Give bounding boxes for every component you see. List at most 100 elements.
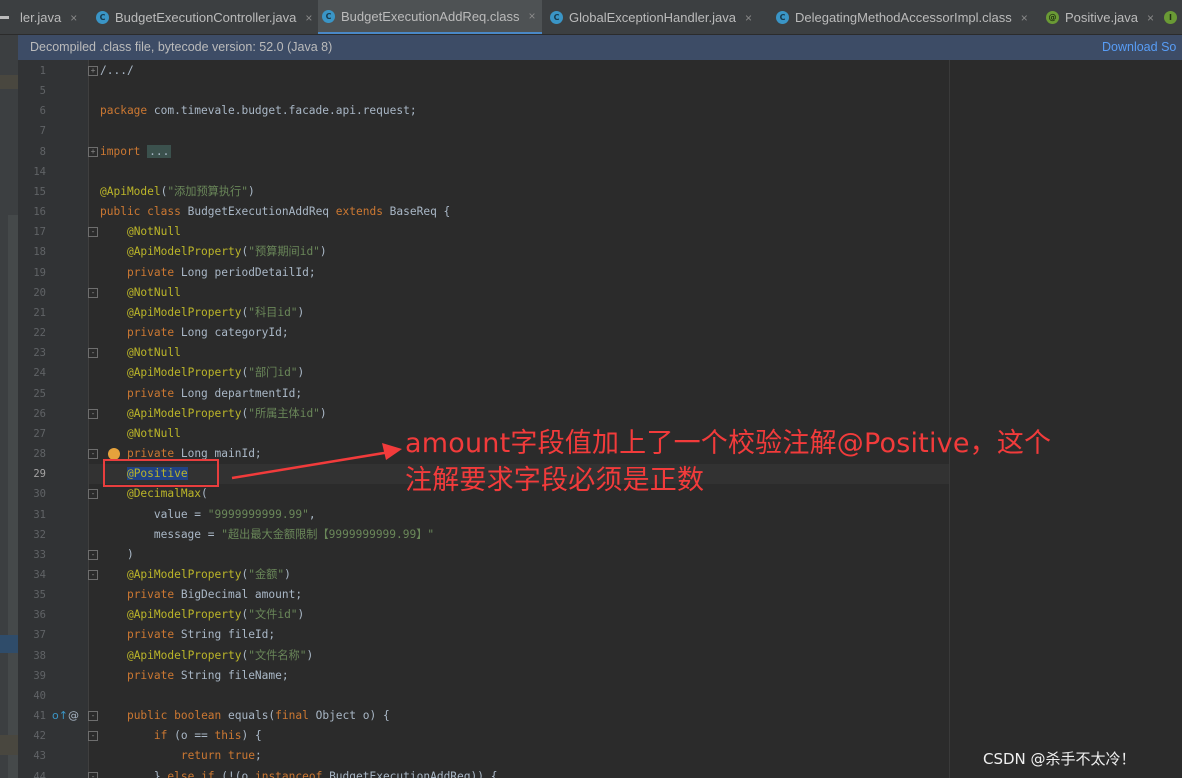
- line-number[interactable]: 38: [18, 646, 46, 666]
- left-scrollbar[interactable]: [8, 215, 18, 778]
- line-number[interactable]: 17: [18, 222, 46, 242]
- code-line[interactable]: value = "9999999999.99",: [100, 505, 316, 525]
- line-number[interactable]: 8: [18, 142, 46, 162]
- code-line[interactable]: } else if (!(o instanceof BudgetExecutio…: [100, 767, 498, 778]
- tab-globalexceptionhandler-java[interactable]: C GlobalExceptionHandler.java ×: [546, 0, 758, 34]
- code-line[interactable]: @ApiModelProperty("所属主体id"): [100, 404, 327, 424]
- code-line[interactable]: @NotNull: [100, 343, 181, 363]
- fold-toggle-icon[interactable]: -: [88, 731, 98, 742]
- line-number[interactable]: 42: [18, 726, 46, 746]
- tab-ler-java[interactable]: ler.java ×: [20, 0, 83, 34]
- code-line[interactable]: @ApiModelProperty("预算期间id"): [100, 242, 327, 262]
- line-number[interactable]: 32: [18, 525, 46, 545]
- code-line[interactable]: if (o == this) {: [100, 726, 262, 746]
- fold-toggle-icon[interactable]: +: [88, 66, 98, 76]
- fold-toggle-icon[interactable]: -: [88, 227, 98, 238]
- fold-toggle-icon[interactable]: -: [88, 348, 98, 359]
- line-number[interactable]: 21: [18, 303, 46, 323]
- tab-budgetexecutioncontroller-java[interactable]: C BudgetExecutionController.java ×: [92, 0, 318, 34]
- override-icon[interactable]: o↑: [52, 709, 68, 722]
- code-line[interactable]: @DecimalMax(: [100, 484, 208, 504]
- fold-toggle-icon[interactable]: -: [88, 549, 98, 560]
- close-icon[interactable]: ×: [1021, 11, 1028, 25]
- code-line[interactable]: @NotNull: [100, 424, 181, 444]
- line-number[interactable]: 25: [18, 384, 46, 404]
- fold-toggle-icon[interactable]: -: [88, 711, 98, 722]
- code-line[interactable]: private Long categoryId;: [100, 323, 289, 343]
- code-line[interactable]: @ApiModelProperty("部门id"): [100, 363, 304, 383]
- tab-label: BudgetExecutionAddReq.class: [341, 8, 520, 24]
- line-number[interactable]: 7: [18, 121, 46, 141]
- line-number[interactable]: 31: [18, 505, 46, 525]
- code-line[interactable]: @NotNull: [100, 222, 181, 242]
- code-line[interactable]: package com.timevale.budget.facade.api.r…: [100, 101, 417, 121]
- code-line[interactable]: import ...: [100, 142, 172, 162]
- download-sources-link[interactable]: Download So: [1102, 35, 1176, 60]
- line-number[interactable]: 37: [18, 625, 46, 645]
- fold-toggle-icon[interactable]: -: [88, 771, 98, 778]
- line-number[interactable]: 6: [18, 101, 46, 121]
- line-number[interactable]: 29: [18, 464, 46, 484]
- close-icon[interactable]: ×: [529, 9, 536, 23]
- code-line[interactable]: private String fileName;: [100, 666, 289, 686]
- fold-toggle-icon[interactable]: -: [88, 449, 98, 460]
- line-number[interactable]: 14: [18, 162, 46, 182]
- close-icon[interactable]: ×: [305, 11, 312, 25]
- line-number[interactable]: 41: [18, 706, 46, 726]
- code-line[interactable]: @ApiModelProperty("文件名称"): [100, 646, 313, 666]
- line-number[interactable]: 35: [18, 585, 46, 605]
- fold-toggle-icon[interactable]: -: [88, 287, 98, 298]
- line-number[interactable]: 40: [18, 686, 46, 706]
- code-line[interactable]: message = "超出最大金额限制【9999999999.99】": [100, 525, 434, 545]
- line-number[interactable]: 39: [18, 666, 46, 686]
- line-number[interactable]: 5: [18, 81, 46, 101]
- gutter-separator: [88, 60, 89, 778]
- tab-positive-java[interactable]: @ Positive.java ×: [1042, 0, 1160, 34]
- line-number[interactable]: 43: [18, 746, 46, 766]
- line-number[interactable]: 16: [18, 202, 46, 222]
- highlight-box: [103, 459, 219, 487]
- fold-toggle-icon[interactable]: +: [88, 146, 98, 157]
- code-line[interactable]: private BigDecimal amount;: [100, 585, 302, 605]
- code-line[interactable]: @ApiModel("添加预算执行"): [100, 182, 255, 202]
- line-number[interactable]: 28: [18, 444, 46, 464]
- tab-overflow-marker[interactable]: [0, 16, 9, 19]
- code-line[interactable]: private Long periodDetailId;: [100, 263, 316, 283]
- line-number[interactable]: 44: [18, 767, 46, 778]
- code-line[interactable]: @ApiModelProperty("金额"): [100, 565, 291, 585]
- close-icon[interactable]: ×: [70, 11, 77, 25]
- fold-toggle-icon[interactable]: -: [88, 489, 98, 500]
- line-number[interactable]: 18: [18, 242, 46, 262]
- annotation-gutter-icon[interactable]: @: [68, 709, 79, 722]
- interface-file-icon[interactable]: I: [1164, 11, 1177, 24]
- code-line[interactable]: @ApiModelProperty("文件id"): [100, 605, 304, 625]
- line-number[interactable]: 22: [18, 323, 46, 343]
- code-line[interactable]: @NotNull: [100, 283, 181, 303]
- fold-toggle-icon[interactable]: -: [88, 570, 98, 580]
- code-line[interactable]: /.../: [100, 61, 134, 81]
- code-line[interactable]: ): [100, 545, 134, 565]
- fold-toggle-icon[interactable]: -: [88, 408, 98, 419]
- code-line[interactable]: public boolean equals(final Object o) {: [100, 706, 390, 726]
- line-number[interactable]: 15: [18, 182, 46, 202]
- tab-delegatingmethodaccessorimpl-class[interactable]: C DelegatingMethodAccessorImpl.class ×: [772, 0, 1034, 34]
- code-line[interactable]: public class BudgetExecutionAddReq exten…: [100, 202, 450, 222]
- code-line[interactable]: return true;: [100, 746, 262, 766]
- line-number[interactable]: 27: [18, 424, 46, 444]
- line-number[interactable]: 1: [18, 61, 46, 81]
- code-line[interactable]: private String fileId;: [100, 625, 275, 645]
- line-number[interactable]: 34: [18, 565, 46, 585]
- line-number[interactable]: 30: [18, 484, 46, 504]
- tab-budgetexecutionaddreq-class[interactable]: C BudgetExecutionAddReq.class ×: [318, 0, 542, 34]
- close-icon[interactable]: ×: [1147, 11, 1154, 25]
- close-icon[interactable]: ×: [745, 11, 752, 25]
- code-line[interactable]: private Long departmentId;: [100, 384, 302, 404]
- line-number[interactable]: 24: [18, 363, 46, 383]
- line-number[interactable]: 33: [18, 545, 46, 565]
- line-number[interactable]: 36: [18, 605, 46, 625]
- line-number[interactable]: 26: [18, 404, 46, 424]
- line-number[interactable]: 19: [18, 263, 46, 283]
- code-line[interactable]: @ApiModelProperty("科目id"): [100, 303, 304, 323]
- line-number[interactable]: 23: [18, 343, 46, 363]
- line-number[interactable]: 20: [18, 283, 46, 303]
